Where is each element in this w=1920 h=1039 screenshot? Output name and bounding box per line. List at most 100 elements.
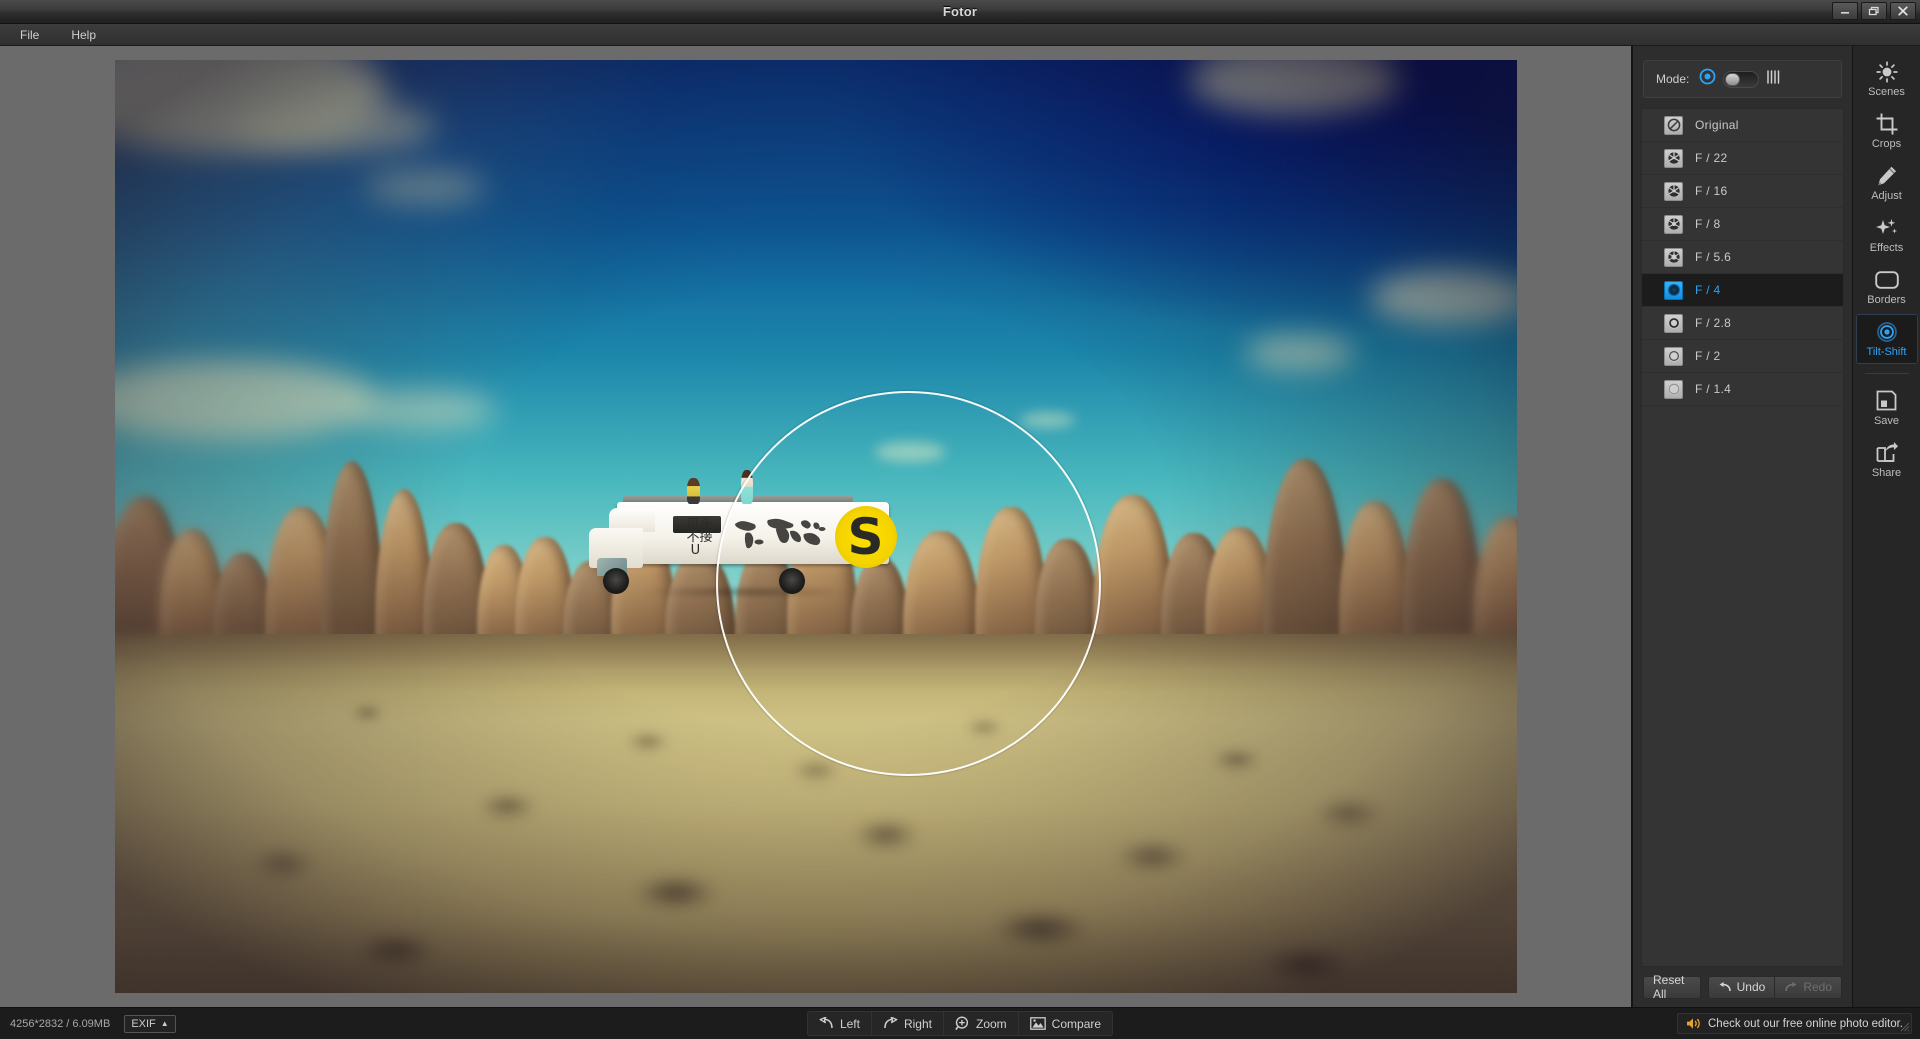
menu-file[interactable]: File [14, 26, 45, 44]
preset-label: F / 5.6 [1695, 250, 1732, 264]
tool-tilt-shift[interactable]: Tilt-Shift [1855, 314, 1918, 364]
mode-selector: Mode: [1643, 60, 1842, 98]
photo-viewport[interactable]: 可头 不接 U S [114, 60, 1517, 993]
rotate-left-icon [819, 1017, 833, 1029]
tool-label: Crops [1871, 137, 1902, 150]
close-button[interactable] [1890, 2, 1916, 20]
resize-grip-icon[interactable] [1898, 1020, 1910, 1032]
aperture-f28-icon [1664, 313, 1683, 333]
window-title: Fotor [942, 4, 978, 19]
pencil-icon [1876, 165, 1898, 187]
speaker-icon [1687, 1018, 1700, 1029]
preset-f14[interactable]: F / 1.4 [1642, 373, 1843, 406]
compare-image-icon [1029, 1017, 1046, 1030]
promo-text: Check out our free online photo editor. [1708, 1017, 1903, 1030]
minimize-icon [1841, 12, 1849, 14]
no-blur-icon [1664, 115, 1683, 135]
promo-link[interactable]: Check out our free online photo editor. [1677, 1013, 1912, 1034]
tool-save[interactable]: Save [1856, 383, 1918, 433]
sun-icon [1875, 60, 1898, 83]
person-on-roof [686, 478, 700, 504]
preset-f2[interactable]: F / 2 [1642, 340, 1843, 373]
tilt-shift-focus-ring[interactable] [715, 391, 1101, 776]
preset-label: F / 8 [1695, 217, 1721, 231]
rv-chinese-text: 可头 不接 U [686, 517, 713, 558]
circular-tiltshift-icon[interactable] [1699, 68, 1716, 90]
preset-label: F / 22 [1695, 151, 1728, 165]
tool-crops[interactable]: Crops [1856, 106, 1918, 156]
image-canvas-area[interactable]: 可头 不接 U S [0, 46, 1632, 1007]
tool-label: Share [1871, 466, 1902, 479]
status-right-group: Check out our free online photo editor. [1677, 1013, 1912, 1034]
reset-all-button[interactable]: Reset All [1643, 973, 1701, 1001]
undo-redo-group: Undo Redo [1707, 975, 1842, 999]
mode-toggle-knob [1725, 72, 1741, 86]
aperture-f56-icon [1664, 247, 1683, 267]
compare-button[interactable]: Compare [1019, 1012, 1112, 1035]
undo-label: Undo [1736, 980, 1766, 994]
exif-label: EXIF [131, 1017, 156, 1030]
preset-f8[interactable]: F / 8 [1642, 208, 1843, 241]
undo-button[interactable]: Undo [1707, 975, 1775, 999]
preset-label: F / 2.8 [1695, 316, 1732, 330]
tool-borders[interactable]: Borders [1856, 262, 1918, 312]
zoom-button[interactable]: Zoom [944, 1012, 1019, 1035]
preset-f28[interactable]: F / 2.8 [1642, 307, 1843, 340]
preset-label: F / 16 [1695, 184, 1728, 198]
image-dimensions-label: 4256*2832 / 6.09MB [10, 1017, 111, 1030]
linear-tiltshift-icon[interactable] [1766, 69, 1781, 90]
target-icon [1876, 321, 1898, 343]
undo-arrow-icon [1719, 981, 1731, 991]
preset-original[interactable]: Original [1642, 109, 1843, 142]
preset-label: F / 1.4 [1695, 382, 1732, 396]
preset-label: F / 4 [1695, 283, 1721, 297]
aperture-preset-list[interactable]: Original F / 22 F / 16 F / 8 F / 5.6 F /… [1641, 108, 1844, 967]
rotate-right-button[interactable]: Right [872, 1012, 944, 1035]
mode-toggle-switch[interactable] [1723, 70, 1760, 88]
rotate-left-button[interactable]: Left [808, 1012, 872, 1035]
aperture-f14-icon [1664, 379, 1683, 399]
compare-label: Compare [1051, 1016, 1102, 1031]
blur-overlay-left [114, 60, 423, 993]
restore-button[interactable] [1861, 2, 1887, 20]
aperture-f8-icon [1664, 214, 1683, 234]
tool-label: Effects [1869, 241, 1904, 254]
canvas-tool-group: Left Right Zoom Compare [806, 1011, 1114, 1036]
crop-icon [1876, 113, 1898, 135]
preset-f22[interactable]: F / 22 [1642, 142, 1843, 175]
preset-f4[interactable]: F / 4 [1642, 274, 1843, 307]
preset-label: Original [1695, 118, 1739, 132]
tool-scenes[interactable]: Scenes [1856, 54, 1918, 104]
fotor-application-window: Fotor File Help 可头 不接 U S Mode: Original… [0, 0, 1920, 1039]
tool-label: Save [1873, 414, 1900, 427]
exif-button[interactable]: EXIF ▲ [124, 1014, 176, 1033]
rotate-left-label: Left [839, 1016, 860, 1031]
tilt-shift-panel: Mode: Original F / 22 F / 16 F / 8 F / 5… [1632, 46, 1852, 1007]
blur-overlay-right [1208, 60, 1517, 993]
zoom-in-icon [955, 1016, 969, 1031]
tool-label: Scenes [1868, 85, 1905, 98]
floppy-icon [1876, 390, 1897, 412]
tool-adjust[interactable]: Adjust [1856, 158, 1918, 208]
minimize-button[interactable] [1832, 2, 1858, 20]
preset-f56[interactable]: F / 5.6 [1642, 241, 1843, 274]
tool-share[interactable]: Share [1856, 435, 1918, 485]
tool-label: Borders [1867, 293, 1906, 306]
menu-help[interactable]: Help [65, 26, 102, 44]
tool-label: Tilt-Shift [1866, 345, 1907, 358]
mode-label: Mode: [1656, 72, 1690, 86]
aperture-f2-icon [1664, 346, 1683, 366]
preset-f16[interactable]: F / 16 [1642, 175, 1843, 208]
preset-label: F / 2 [1695, 349, 1721, 363]
menu-bar: File Help [0, 24, 1920, 46]
rotate-right-label: Right [903, 1016, 932, 1031]
tool-effects[interactable]: Effects [1856, 210, 1918, 260]
title-bar: Fotor [0, 0, 1920, 24]
close-icon [1898, 6, 1908, 16]
redo-label: Redo [1803, 980, 1832, 994]
sparkles-icon [1875, 217, 1898, 239]
window-controls [1832, 2, 1916, 20]
status-bar: 4256*2832 / 6.09MB EXIF ▲ Left Right Zoo… [0, 1007, 1920, 1039]
aperture-f22-icon [1664, 148, 1683, 168]
main-body: 可头 不接 U S Mode: Original F / 22 F / 16 F… [0, 46, 1920, 1007]
